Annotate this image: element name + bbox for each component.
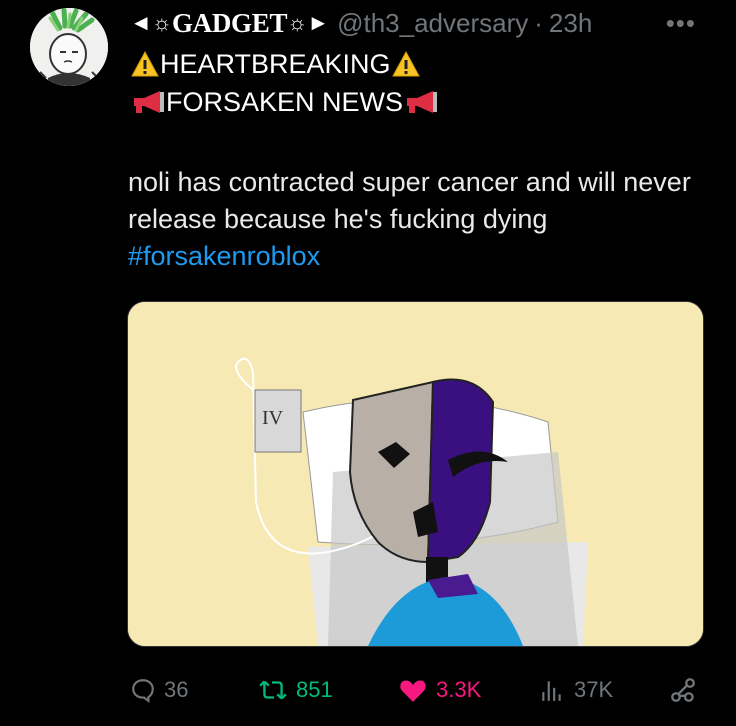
views-button[interactable]: 37K (538, 670, 613, 710)
heart-icon (400, 680, 426, 702)
retweet-icon (259, 680, 287, 700)
user-handle[interactable]: @th3_adversary (337, 8, 528, 39)
separator: · (534, 7, 543, 38)
share-button[interactable] (668, 670, 706, 710)
reply-button[interactable]: 36 (130, 670, 188, 710)
title-line-1: HEARTBREAKING (130, 46, 421, 82)
post-image[interactable]: IV (127, 301, 704, 647)
avatar[interactable] (30, 8, 108, 86)
post-text: noli has contracted super cancer and wil… (128, 164, 708, 275)
name-prefix-decoration: ◄☼ (130, 10, 172, 35)
share-icon (671, 678, 695, 702)
post-timestamp[interactable]: 23h (549, 8, 592, 39)
display-name[interactable]: GADGET (172, 8, 288, 39)
reply-count: 36 (164, 677, 189, 702)
post-body: noli has contracted super cancer and wil… (128, 167, 691, 234)
action-bar: 36 851 3.3K 37K (0, 670, 736, 710)
title-line-2: FORSAKEN NEWS (130, 84, 439, 120)
warning-icon (131, 50, 159, 77)
like-count: 3.3K (436, 677, 482, 702)
title-text-heartbreaking: HEARTBREAKING (160, 48, 391, 79)
reply-icon (132, 679, 154, 703)
views-count: 37K (574, 677, 614, 702)
post-header: ◄☼ GADGET ☼► @th3_adversary · 23h (130, 6, 592, 40)
retweet-button[interactable]: 851 (258, 670, 333, 710)
name-suffix-decoration: ☼► (287, 10, 330, 35)
title-text-forsaken-news: FORSAKEN NEWS (166, 86, 404, 117)
hashtag-link[interactable]: #forsakenroblox (128, 238, 708, 275)
iv-label: IV (262, 407, 284, 429)
like-button[interactable]: 3.3K (398, 670, 481, 710)
retweet-count: 851 (296, 677, 333, 702)
views-icon (542, 681, 561, 701)
avatar-image (30, 8, 108, 86)
more-icon[interactable]: ••• (666, 8, 696, 39)
megaphone-icon (407, 91, 438, 113)
drawing-illustration: IV (128, 302, 703, 646)
megaphone-icon (134, 91, 164, 113)
warning-icon (391, 50, 420, 77)
